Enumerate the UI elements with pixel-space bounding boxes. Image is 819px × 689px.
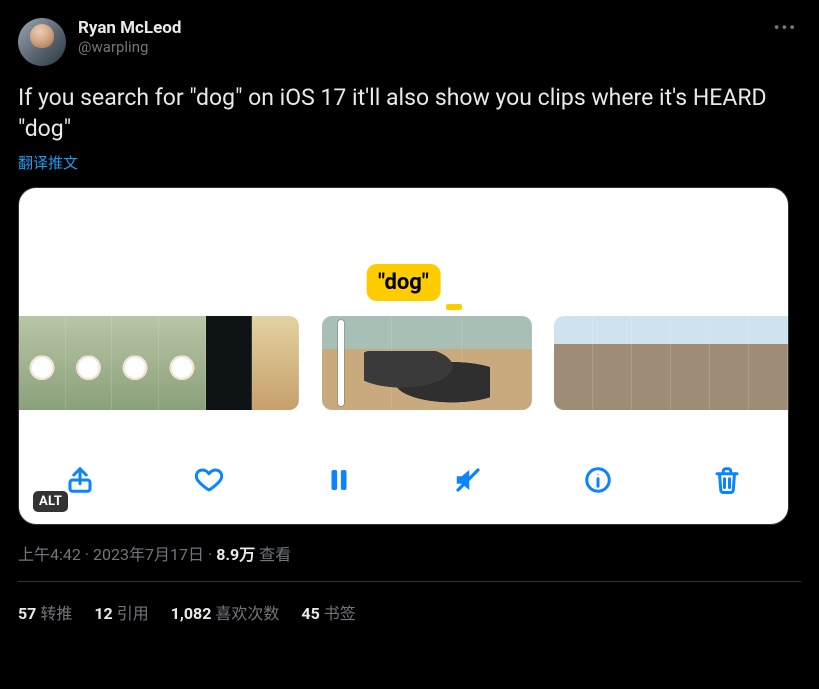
more-icon[interactable]: ••• <box>774 18 797 37</box>
translate-link[interactable]: 翻译推文 <box>18 152 78 173</box>
video-frame <box>159 316 206 410</box>
alt-badge[interactable]: ALT <box>33 491 68 512</box>
pause-icon[interactable] <box>322 463 356 497</box>
author-handle: @warpling <box>78 38 181 56</box>
info-icon[interactable] <box>581 463 615 497</box>
mute-icon[interactable] <box>451 463 485 497</box>
tweet-time[interactable]: 上午4:42 <box>18 545 81 564</box>
likes-stat[interactable]: 1,082喜欢次数 <box>171 600 280 624</box>
author-display-name: Ryan McLeod <box>78 18 181 38</box>
tweet-text: If you search for "dog" on iOS 17 it'll … <box>18 82 801 144</box>
video-frame <box>749 316 788 410</box>
video-frame <box>632 316 671 410</box>
video-frame <box>671 316 710 410</box>
search-term-tooltip: "dog" <box>366 264 441 301</box>
video-frame <box>66 316 113 410</box>
tweet-meta: 上午4:42·2023年7月17日·8.9万 查看 <box>18 541 801 565</box>
video-frame <box>710 316 749 410</box>
quotes-stat[interactable]: 12引用 <box>94 600 148 624</box>
engagement-row: 57转推 12引用 1,082喜欢次数 45书签 <box>18 582 801 624</box>
trash-icon[interactable] <box>710 463 744 497</box>
clip-thumbnail-group[interactable] <box>554 316 788 410</box>
views-label: 查看 <box>259 545 291 564</box>
clip-thumbnail-group[interactable] <box>19 316 299 410</box>
video-timeline[interactable] <box>19 316 788 410</box>
bookmarks-stat[interactable]: 45书签 <box>301 600 355 624</box>
tweet-header: Ryan McLeod @warpling ••• <box>18 18 801 66</box>
video-frame <box>252 316 299 410</box>
clip-thumbnail-group[interactable] <box>322 316 532 410</box>
video-frame <box>19 316 66 410</box>
share-icon[interactable] <box>63 463 97 497</box>
author-block[interactable]: Ryan McLeod @warpling <box>78 18 181 56</box>
avatar[interactable] <box>18 18 66 66</box>
video-frame <box>462 316 532 410</box>
video-frame <box>554 316 593 410</box>
timeline-marker <box>446 304 462 310</box>
video-frame <box>112 316 159 410</box>
playhead-cursor[interactable] <box>338 320 344 406</box>
heart-icon[interactable] <box>192 463 226 497</box>
media-card[interactable]: "dog" <box>18 187 789 525</box>
video-frame <box>593 316 632 410</box>
media-toolbar <box>19 458 788 502</box>
video-frame <box>206 316 253 410</box>
retweets-stat[interactable]: 57转推 <box>18 600 72 624</box>
tweet-container: Ryan McLeod @warpling ••• If you search … <box>4 4 815 624</box>
views-count: 8.9万 <box>216 545 255 564</box>
tweet-date[interactable]: 2023年7月17日 <box>93 545 204 564</box>
